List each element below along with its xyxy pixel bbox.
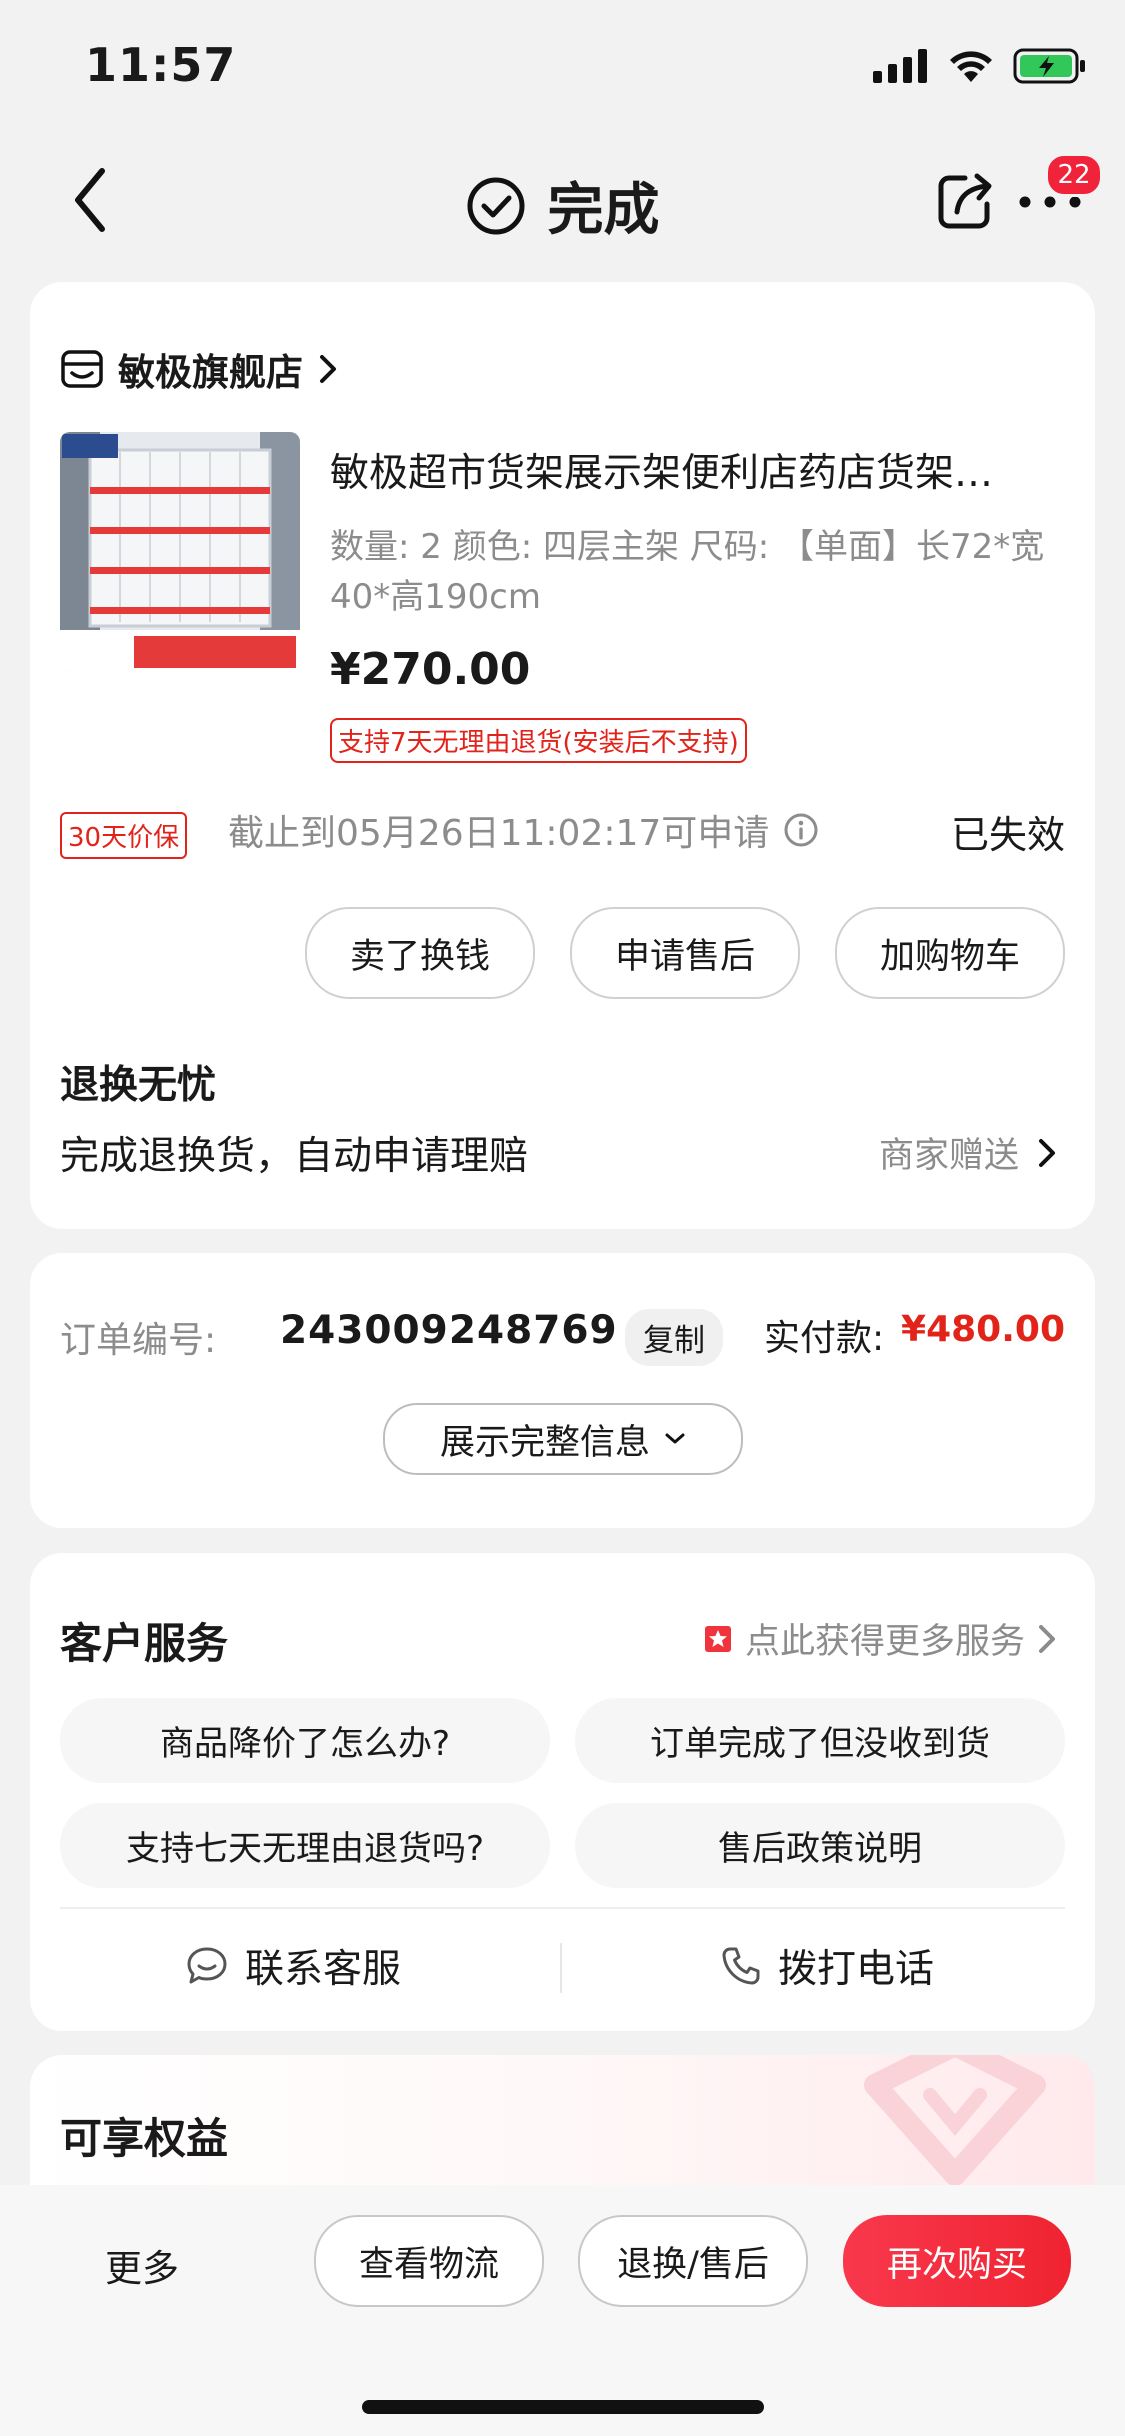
customer-service-card: 客户服务 点此获得更多服务 商品降价了怎么办? 订单完成了但没收到货 支持七天无… [30, 1553, 1095, 2031]
chevron-right-icon [1039, 1624, 1055, 1653]
order-number: 243009248769 [280, 1308, 618, 1353]
share-button[interactable] [935, 170, 995, 236]
more-services-label: 点此获得更多服务 [744, 1622, 1025, 1662]
customer-service-title: 客户服务 [60, 1619, 229, 1668]
chevron-right-icon [1039, 1138, 1055, 1167]
contact-service-button[interactable]: 联系客服 [185, 1938, 401, 1994]
faq-price-drop[interactable]: 商品降价了怎么办? [60, 1698, 550, 1783]
benefit-decoration-icon [864, 2055, 1046, 2186]
copy-button[interactable]: 复制 [625, 1309, 723, 1366]
phone-icon [722, 1947, 760, 1985]
merchant-gift-link[interactable]: 商家赠送 [879, 1127, 1057, 1178]
faq-seven-day-return[interactable]: 支持七天无理由退货吗? [60, 1803, 550, 1888]
faq-not-received[interactable]: 订单完成了但没收到货 [575, 1698, 1065, 1783]
more-services-link[interactable]: 点此获得更多服务 [703, 1613, 1057, 1664]
star-badge-icon [704, 1625, 731, 1652]
call-phone-button[interactable]: 拨打电话 [720, 1938, 934, 1994]
faq-after-sale-policy[interactable]: 售后政策说明 [575, 1803, 1065, 1888]
paid-amount: ¥480.00 [901, 1309, 1065, 1350]
product-spec: 数量: 2 颜色: 四层主架 尺码: 【单面】长72*宽40*高190cm [330, 527, 1045, 617]
status-bar: 11:57 [0, 0, 1125, 135]
bottom-action-bar: 更多 查看物流 退换/售后 再次购买 [0, 2185, 1125, 2436]
page-title: 完成 [547, 178, 660, 243]
apply-after-sale-button[interactable]: 申请售后 [570, 907, 800, 999]
order-info-card: 订单编号: 243009248769 复制 实付款: ¥480.00 展示完整信… [30, 1253, 1095, 1528]
return-policy-tag: 支持7天无理由退货(安装后不支持) [330, 718, 747, 763]
more-button[interactable]: 更多 [105, 2238, 179, 2292]
view-logistics-button[interactable]: 查看物流 [314, 2215, 544, 2307]
wifi-icon [950, 51, 992, 82]
message-badge: 22 [1045, 153, 1103, 197]
signal-icon [873, 49, 927, 83]
deadline-text: 截止到05月26日11:02:17可申请 [228, 813, 770, 854]
product-actions: 卖了换钱 申请售后 加购物车 [305, 907, 1065, 999]
info-icon[interactable] [783, 812, 819, 848]
buy-again-button[interactable]: 再次购买 [843, 2215, 1071, 2307]
worry-free-desc: 完成退换货，自动申请理赔 [60, 1134, 529, 1179]
divider [560, 1943, 562, 1993]
price-protect-status: 已失效 [950, 813, 1065, 857]
nav-bar: 完成 22 [0, 135, 1125, 270]
shelf-image [60, 432, 300, 672]
contact-service-label: 联系客服 [245, 1947, 402, 1992]
price-protect-badge: 30天价保 [60, 812, 188, 859]
chevron-right-icon [320, 355, 336, 383]
status-time: 11:57 [85, 38, 237, 92]
store-icon [61, 350, 103, 388]
return-exchange-button[interactable]: 退换/售后 [578, 2215, 808, 2307]
chat-bubble-icon [187, 1947, 227, 1984]
home-indicator [362, 2400, 764, 2414]
merchant-gift-label: 商家赠送 [878, 1136, 1019, 1176]
order-number-label: 订单编号: [60, 1320, 217, 1361]
status-icons [873, 48, 1087, 84]
call-phone-label: 拨打电话 [778, 1947, 935, 1992]
expand-info-button[interactable]: 展示完整信息 [383, 1403, 743, 1475]
sell-button[interactable]: 卖了换钱 [305, 907, 535, 999]
expand-info-label: 展示完整信息 [439, 1422, 650, 1463]
check-circle-icon [467, 177, 524, 234]
worry-free-title: 退换无忧 [60, 1063, 217, 1108]
shop-link[interactable]: 敏极旗舰店 [60, 342, 339, 396]
product-name[interactable]: 敏极超市货架展示架便利店药店货架… [330, 442, 1060, 498]
faq-grid: 商品降价了怎么办? 订单完成了但没收到货 支持七天无理由退货吗? 售后政策说明 [60, 1698, 1065, 1888]
price-protect-deadline: 截止到05月26日11:02:17可申请 [228, 804, 819, 856]
product-card: 敏极旗舰店 敏极超市货架展示架便利店药店货架… 数量: 2 颜色: 四层主架 尺 [30, 282, 1095, 1229]
shop-name: 敏极旗舰店 [118, 351, 303, 394]
chevron-down-icon [665, 1433, 685, 1444]
divider [60, 1907, 1065, 1909]
battery-icon [1013, 48, 1085, 84]
product-price: ¥270.00 [330, 644, 531, 695]
share-icon [938, 173, 992, 229]
benefits-title: 可享权益 [60, 2114, 229, 2163]
add-to-cart-button[interactable]: 加购物车 [835, 907, 1065, 999]
product-thumbnail[interactable] [60, 432, 300, 672]
paid-amount-label: 实付款: [764, 1318, 885, 1359]
